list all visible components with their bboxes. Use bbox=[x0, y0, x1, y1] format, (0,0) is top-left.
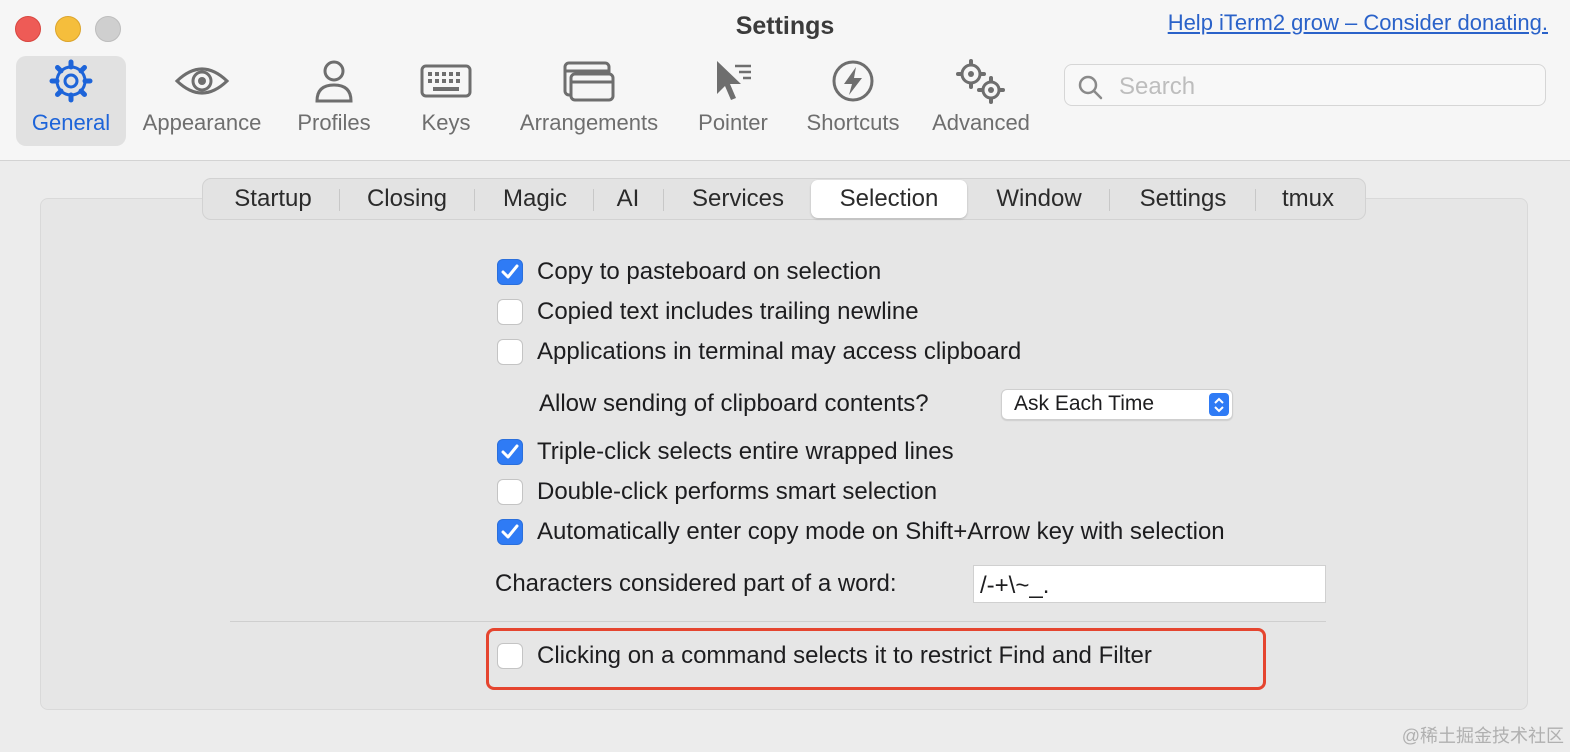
checkbox-unchecked[interactable] bbox=[497, 299, 523, 325]
person-icon bbox=[304, 56, 364, 106]
checkbox-unchecked[interactable] bbox=[497, 479, 523, 505]
tab-magic[interactable]: Magic bbox=[485, 179, 585, 219]
tab-startup[interactable]: Startup bbox=[217, 179, 329, 219]
option-label: Automatically enter copy mode on Shift+A… bbox=[537, 518, 1225, 545]
option-label: Copied text includes trailing newline bbox=[537, 298, 919, 325]
chevron-updown-icon bbox=[1209, 393, 1229, 416]
tab-separator bbox=[474, 189, 475, 211]
gears-icon bbox=[951, 56, 1011, 106]
toolbar-appearance[interactable]: Appearance bbox=[138, 56, 266, 146]
checkbox-checked[interactable] bbox=[497, 439, 523, 465]
clipboard-sending-label: Allow sending of clipboard contents? bbox=[539, 390, 929, 417]
option-trailing-newline[interactable]: Copied text includes trailing newline bbox=[497, 296, 919, 328]
watermark: @稀土掘金技术社区 bbox=[1401, 726, 1564, 746]
toolbar-shortcuts[interactable]: Shortcuts bbox=[800, 56, 906, 146]
checkbox-checked[interactable] bbox=[497, 259, 523, 285]
donate-link[interactable]: Help iTerm2 grow – Consider donating. bbox=[1168, 10, 1548, 36]
titlebar: Settings Help iTerm2 grow – Consider don… bbox=[0, 0, 1570, 161]
option-triple-click[interactable]: Triple-click selects entire wrapped line… bbox=[497, 436, 954, 468]
keyboard-icon bbox=[416, 56, 476, 106]
tab-services[interactable]: Services bbox=[675, 179, 801, 219]
toolbar-label: Shortcuts bbox=[806, 110, 900, 135]
checkbox-unchecked[interactable] bbox=[497, 339, 523, 365]
clipboard-sending-select[interactable]: Ask Each Time bbox=[1001, 389, 1233, 420]
word-chars-input[interactable]: /-+\~_. bbox=[973, 565, 1326, 603]
option-label: Double-click performs smart selection bbox=[537, 478, 938, 505]
toolbar-label: Profiles bbox=[297, 110, 371, 135]
toolbar-label: Pointer bbox=[698, 110, 768, 135]
search-field[interactable]: Search bbox=[1064, 64, 1546, 106]
toolbar-pointer[interactable]: Pointer bbox=[690, 56, 776, 146]
option-copy-to-pasteboard[interactable]: Copy to pasteboard on selection bbox=[497, 256, 881, 288]
pointer-icon bbox=[703, 56, 763, 106]
toolbar-general[interactable]: General bbox=[16, 56, 126, 146]
toolbar-label: Arrangements bbox=[519, 110, 659, 135]
toolbar-label: Keys bbox=[421, 110, 471, 135]
option-label: Triple-click selects entire wrapped line… bbox=[537, 438, 954, 465]
option-clipboard-access[interactable]: Applications in terminal may access clip… bbox=[497, 336, 1021, 368]
eye-icon bbox=[172, 56, 232, 106]
option-copy-mode-shift-arrow[interactable]: Automatically enter copy mode on Shift+A… bbox=[497, 516, 1225, 548]
tab-window[interactable]: Window bbox=[979, 179, 1099, 219]
option-label: Copy to pasteboard on selection bbox=[537, 258, 882, 285]
word-chars-label: Characters considered part of a word: bbox=[495, 570, 897, 597]
tab-settings[interactable]: Settings bbox=[1121, 179, 1245, 219]
divider bbox=[230, 621, 1326, 622]
toolbar-label: Appearance bbox=[142, 110, 262, 135]
tab-separator bbox=[1109, 189, 1110, 211]
toolbar-profiles[interactable]: Profiles bbox=[284, 56, 384, 146]
toolbar-label: Advanced bbox=[932, 110, 1030, 135]
toolbar-advanced[interactable]: Advanced bbox=[928, 56, 1034, 146]
highlight-annotation bbox=[486, 628, 1266, 690]
toolbar-keys[interactable]: Keys bbox=[406, 56, 486, 146]
option-double-click[interactable]: Double-click performs smart selection bbox=[497, 476, 937, 508]
windows-icon bbox=[559, 56, 619, 106]
tab-ai[interactable]: AI bbox=[603, 179, 653, 219]
search-icon bbox=[1077, 74, 1103, 105]
toolbar-label: General bbox=[31, 110, 111, 135]
tab-separator bbox=[663, 189, 664, 211]
checkbox-checked[interactable] bbox=[497, 519, 523, 545]
tab-closing[interactable]: Closing bbox=[351, 179, 463, 219]
toolbar-arrangements[interactable]: Arrangements bbox=[512, 56, 666, 146]
input-value: /-+\~_. bbox=[980, 572, 1050, 599]
search-placeholder: Search bbox=[1119, 73, 1196, 100]
settings-window: Settings Help iTerm2 grow – Consider don… bbox=[0, 0, 1570, 752]
tab-separator bbox=[1255, 189, 1256, 211]
select-value: Ask Each Time bbox=[1014, 392, 1155, 415]
tab-separator bbox=[593, 189, 594, 211]
bolt-icon bbox=[823, 56, 883, 106]
tab-separator bbox=[339, 189, 340, 211]
tab-selection[interactable]: Selection bbox=[811, 180, 967, 218]
tab-bar: Startup Closing Magic AI Services Select… bbox=[202, 178, 1366, 220]
tab-tmux[interactable]: tmux bbox=[1265, 179, 1351, 219]
gear-icon bbox=[41, 56, 101, 106]
option-label: Applications in terminal may access clip… bbox=[537, 338, 1022, 365]
